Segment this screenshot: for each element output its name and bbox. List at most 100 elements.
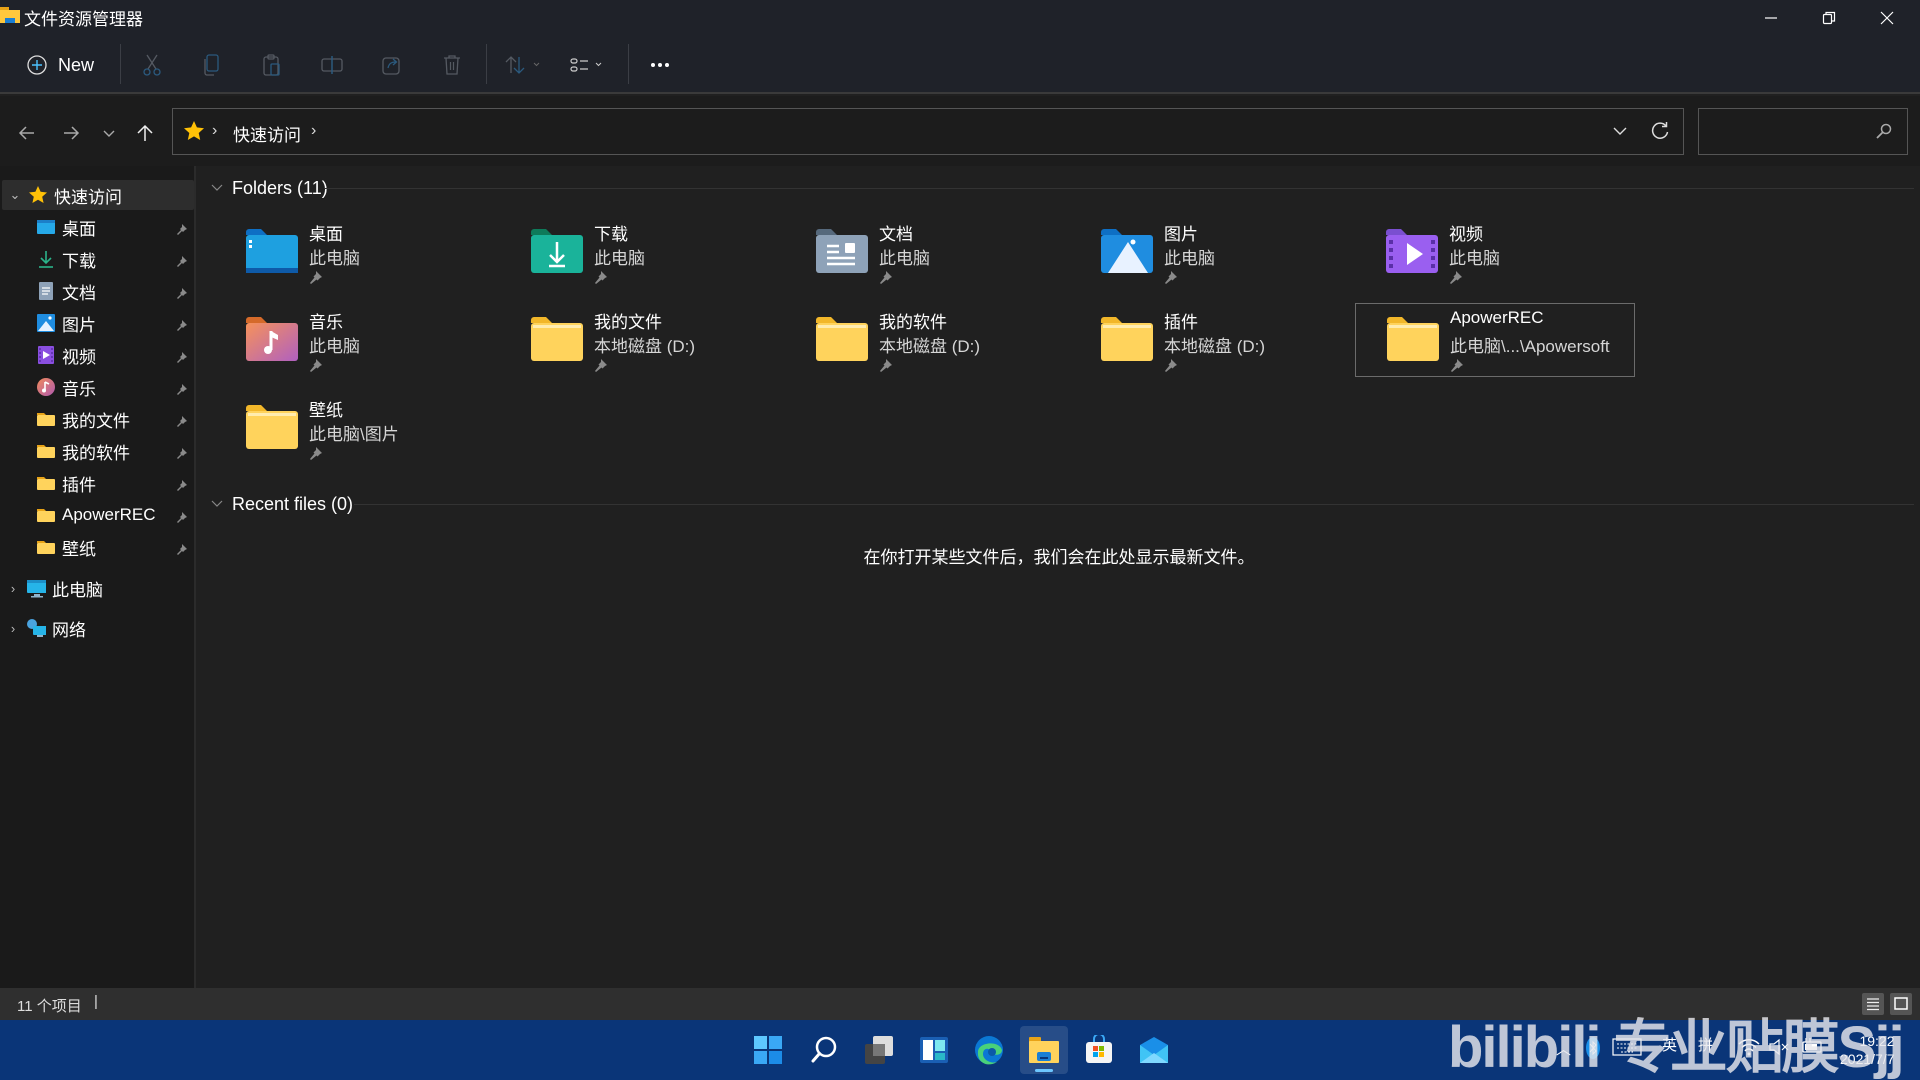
- breadcrumb-separator[interactable]: ›: [311, 122, 316, 140]
- pin-icon: [879, 270, 893, 289]
- sidebar-item[interactable]: 图片: [0, 308, 194, 338]
- pin-icon[interactable]: [176, 284, 188, 304]
- pin-icon[interactable]: [176, 252, 188, 272]
- sidebar-label: 文档: [62, 283, 96, 303]
- this-pc-icon: [26, 578, 46, 598]
- cut-button[interactable]: [138, 51, 166, 79]
- pin-icon[interactable]: [176, 476, 188, 496]
- sidebar-item[interactable]: 桌面: [0, 212, 194, 242]
- details-view-button[interactable]: [1862, 993, 1884, 1015]
- store-button[interactable]: [1075, 1026, 1123, 1074]
- folder-tile[interactable]: 插件 本地磁盘 (D:): [1100, 304, 1380, 376]
- more-options-button[interactable]: [646, 51, 674, 79]
- breadcrumb-separator[interactable]: ›: [212, 122, 217, 140]
- pin-icon[interactable]: [176, 348, 188, 368]
- folder-tile[interactable]: 视频 此电脑: [1385, 216, 1665, 288]
- chevron-right-icon[interactable]: ›: [6, 621, 20, 636]
- pin-icon[interactable]: [176, 220, 188, 240]
- pin-icon[interactable]: [176, 540, 188, 560]
- desktop-icon: [36, 217, 56, 237]
- minimize-button[interactable]: [1742, 0, 1800, 36]
- wifi-icon[interactable]: [1738, 1038, 1760, 1056]
- up-button[interactable]: [130, 118, 160, 148]
- breadcrumb-quick-access[interactable]: 快速访问: [233, 121, 301, 146]
- large-icons-view-button[interactable]: [1890, 993, 1912, 1015]
- folders-group-header[interactable]: Folders (11): [210, 174, 328, 202]
- content-pane: Folders (11) 桌面 此电脑 下载 此电脑 文档 此电脑 图片 此电脑 视频 此电脑音乐…: [198, 166, 1920, 988]
- pin-icon[interactable]: [176, 444, 188, 464]
- ime-language-indicator[interactable]: 英: [1662, 1034, 1677, 1055]
- sidebar-item[interactable]: 我的软件: [0, 436, 194, 466]
- sidebar-item[interactable]: 插件: [0, 468, 194, 498]
- recent-files-group-header[interactable]: Recent files (0): [210, 490, 353, 518]
- downloads-folder-icon: [530, 228, 584, 274]
- delete-button[interactable]: [438, 51, 466, 79]
- refresh-icon[interactable]: [1649, 120, 1671, 142]
- folder-tile[interactable]: 音乐 此电脑: [245, 304, 525, 376]
- folder-tile[interactable]: 桌面 此电脑: [245, 216, 525, 288]
- sidebar-item[interactable]: 壁纸: [0, 532, 194, 562]
- folder-tile[interactable]: ApowerREC 此电脑\...\Apowersoft: [1355, 303, 1635, 377]
- clock[interactable]: 19:22 2021/7/7: [1840, 1032, 1895, 1068]
- widgets-button[interactable]: [910, 1026, 958, 1074]
- sidebar-item[interactable]: 下载: [0, 244, 194, 274]
- show-hidden-icons-button[interactable]: ︿: [1556, 1038, 1571, 1059]
- new-button[interactable]: New: [26, 50, 94, 80]
- view-button[interactable]: [566, 51, 610, 79]
- address-bar[interactable]: › 快速访问 ›: [172, 108, 1684, 155]
- sidebar-item[interactable]: 视频: [0, 340, 194, 370]
- ime-mode-indicator[interactable]: 拼: [1698, 1034, 1713, 1055]
- folder-tile[interactable]: 壁纸 此电脑\图片: [245, 392, 525, 464]
- sidebar-item[interactable]: ApowerREC: [0, 500, 194, 530]
- sidebar-item-quick-access[interactable]: ⌄ 快速访问: [2, 180, 194, 210]
- folder-tile[interactable]: 我的软件 本地磁盘 (D:): [815, 304, 1095, 376]
- edge-button[interactable]: [965, 1026, 1013, 1074]
- sidebar-item[interactable]: 文档: [0, 276, 194, 306]
- pin-icon: [1449, 270, 1463, 289]
- paste-button[interactable]: [258, 51, 286, 79]
- pin-icon[interactable]: [176, 508, 188, 528]
- sidebar-item[interactable]: 我的文件: [0, 404, 194, 434]
- folders-group-title: Folders (11): [232, 177, 328, 198]
- chevron-right-icon[interactable]: ›: [6, 581, 20, 596]
- task-view-button[interactable]: [855, 1026, 903, 1074]
- chevron-down-icon: [211, 500, 223, 507]
- folder-tile[interactable]: 图片 此电脑: [1100, 216, 1380, 288]
- mail-button[interactable]: [1130, 1026, 1178, 1074]
- copy-button[interactable]: [198, 51, 226, 79]
- forward-button[interactable]: [56, 118, 86, 148]
- close-button[interactable]: [1858, 0, 1916, 36]
- restore-button[interactable]: [1800, 0, 1858, 36]
- sidebar-item-network[interactable]: › 网络: [0, 613, 194, 643]
- pin-icon[interactable]: [176, 316, 188, 336]
- sidebar-item-this-pc[interactable]: › 此电脑: [0, 573, 194, 603]
- search-icon: [811, 1036, 837, 1063]
- search-box[interactable]: [1698, 108, 1908, 155]
- mail-icon: [1140, 1037, 1168, 1063]
- folder-location: 此电脑: [309, 249, 360, 268]
- sort-button[interactable]: [502, 51, 546, 79]
- back-button[interactable]: [12, 118, 42, 148]
- start-button[interactable]: [744, 1026, 792, 1074]
- chevron-down-icon[interactable]: ⌄: [8, 187, 22, 203]
- pin-icon[interactable]: [176, 380, 188, 400]
- battery-icon[interactable]: [1800, 1038, 1824, 1056]
- share-button[interactable]: [378, 51, 406, 79]
- bluetooth-icon[interactable]: [1586, 1036, 1600, 1060]
- sidebar-item[interactable]: 音乐: [0, 372, 194, 402]
- folder-tile[interactable]: 文档 此电脑: [815, 216, 1095, 288]
- volume-muted-icon[interactable]: [1768, 1038, 1790, 1056]
- address-history-dropdown-icon[interactable]: [1611, 122, 1629, 140]
- file-explorer-taskbar-button[interactable]: [1020, 1026, 1068, 1074]
- item-count: 11 个项目: [17, 998, 82, 1015]
- recent-locations-button[interactable]: [94, 118, 124, 148]
- folder-tile[interactable]: 下载 此电脑: [530, 216, 810, 288]
- folder-tile[interactable]: 我的文件 本地磁盘 (D:): [530, 304, 810, 376]
- pin-icon[interactable]: [176, 412, 188, 432]
- touch-keyboard-icon[interactable]: [1612, 1038, 1642, 1056]
- folder-icon: [36, 441, 56, 461]
- toolbar-divider: [120, 44, 121, 84]
- rename-button[interactable]: [318, 51, 346, 79]
- network-icon: [26, 618, 46, 638]
- taskbar-search-button[interactable]: [800, 1026, 848, 1074]
